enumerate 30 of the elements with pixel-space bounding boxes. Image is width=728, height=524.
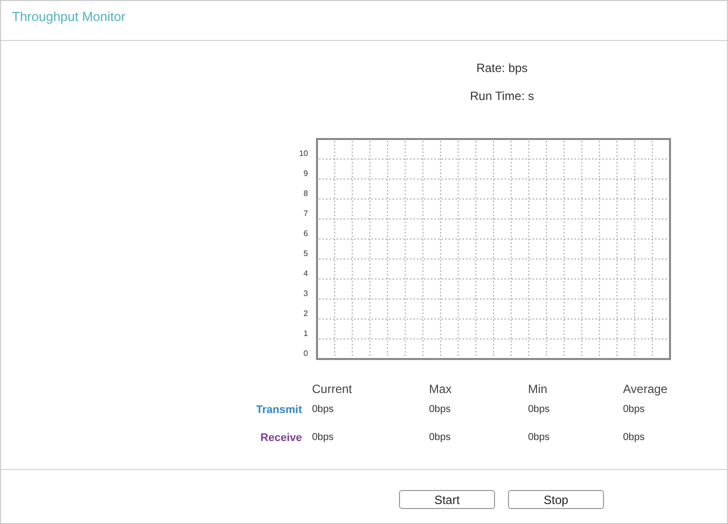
y-axis-label: 7 bbox=[304, 209, 308, 218]
rate-label: Rate: bps bbox=[476, 61, 528, 75]
run-time-label: Run Time: s bbox=[470, 89, 534, 103]
table-cell-text: 0bps bbox=[429, 431, 451, 445]
column-header: Min bbox=[528, 382, 548, 398]
column-header: Average bbox=[623, 382, 668, 398]
column-header: Current bbox=[312, 382, 352, 398]
y-axis-label: 10 bbox=[299, 149, 308, 158]
table-cell-text: 0bps bbox=[528, 403, 550, 417]
y-axis-label: 0 bbox=[304, 349, 308, 358]
y-axis-label: 2 bbox=[304, 309, 308, 318]
table-cell-text: 0bps bbox=[528, 431, 550, 445]
row-label: Transmit bbox=[256, 403, 303, 418]
stop-button[interactable]: Stop bbox=[508, 490, 604, 509]
table-cell-text: 0bps bbox=[623, 403, 645, 417]
y-axis-label: 1 bbox=[304, 329, 308, 338]
table-cell-text: 0bps bbox=[429, 403, 451, 417]
table-cell-text: 0bps bbox=[623, 431, 645, 445]
row-label: Receive bbox=[260, 431, 303, 446]
y-axis-label: 9 bbox=[304, 169, 308, 178]
y-axis-label: 5 bbox=[304, 249, 308, 258]
y-axis-label: 3 bbox=[304, 289, 308, 298]
y-axis-label: 6 bbox=[304, 229, 308, 238]
table-cell-text: 0bps bbox=[312, 431, 334, 445]
column-header: Max bbox=[429, 382, 452, 398]
page-title: Throughput Monitor bbox=[12, 9, 126, 24]
y-axis-label: 4 bbox=[304, 269, 308, 278]
y-axis-label: 8 bbox=[304, 189, 308, 198]
start-button[interactable]: Start bbox=[399, 490, 495, 509]
table-cell-text: 0bps bbox=[312, 403, 334, 417]
